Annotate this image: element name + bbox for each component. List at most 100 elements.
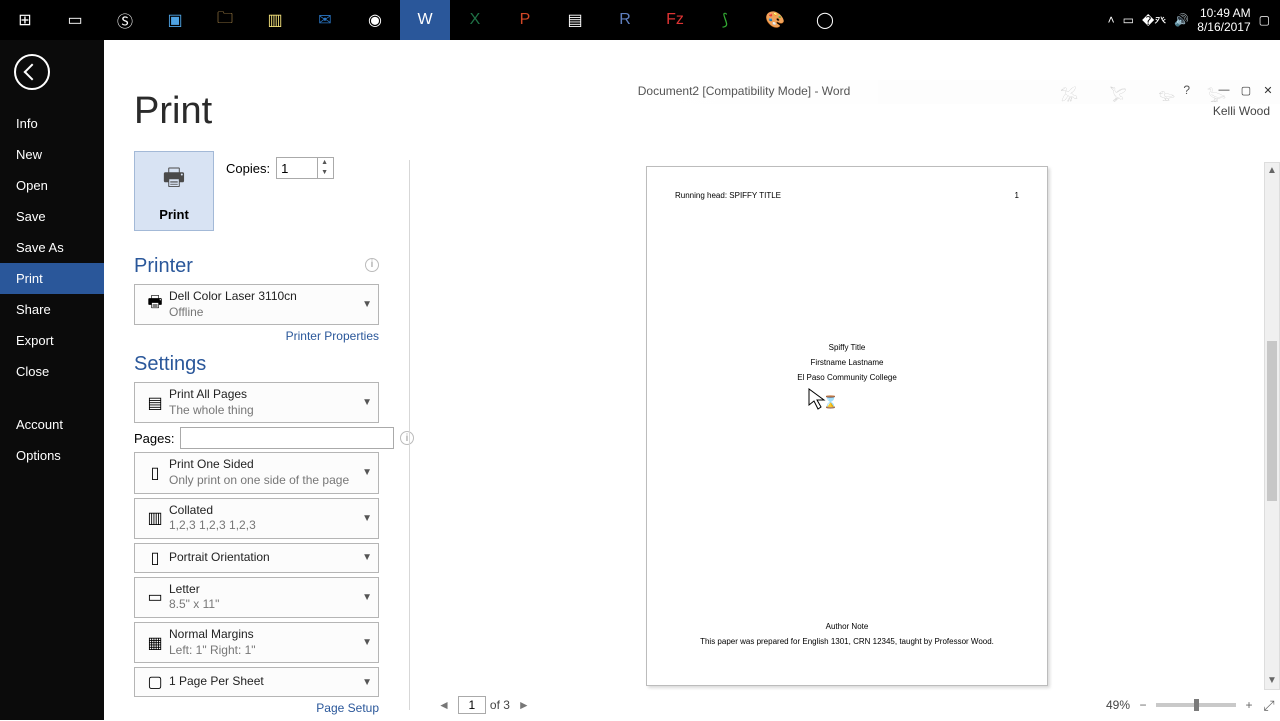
sides-primary: Print One Sided (169, 457, 362, 473)
preview-author-note: Author Note (675, 619, 1019, 634)
per-sheet-icon: ▢ (141, 672, 169, 692)
sidebar-item-share[interactable]: Share (0, 294, 104, 325)
copies-down[interactable]: ▼ (318, 168, 331, 178)
printer-heading: Printer (134, 255, 193, 278)
portrait-icon: ▯ (141, 548, 169, 568)
running-head: Running head: SPIFFY TITLE (675, 191, 781, 200)
backstage-main: Document2 [Compatibility Mode] - Word ? … (104, 40, 1280, 720)
app-green[interactable]: ⟆ (700, 0, 750, 40)
app-excel[interactable]: X (450, 0, 500, 40)
setting-per-sheet[interactable]: ▢ 1 Page Per Sheet ▼ (134, 667, 379, 697)
setting-pages-range[interactable]: ▤ Print All Pages The whole thing ▼ (134, 382, 379, 423)
app-powerpoint[interactable]: P (500, 0, 550, 40)
paper-secondary: 8.5" x 11" (169, 597, 362, 613)
zoom-fit-button[interactable]: ⤢ (1262, 697, 1276, 714)
setting-paper[interactable]: ▭ Letter 8.5" x 11" ▼ (134, 577, 379, 618)
copies-spinner[interactable]: ▲▼ (276, 157, 334, 179)
scroll-thumb[interactable] (1267, 341, 1277, 501)
app-notes[interactable]: ▥ (250, 0, 300, 40)
sidebar-item-account[interactable]: Account (0, 409, 104, 440)
sidebar-item-new[interactable]: New (0, 139, 104, 170)
app-outlook[interactable]: ✉ (300, 0, 350, 40)
sidebar-item-open[interactable]: Open (0, 170, 104, 201)
zoom-slider[interactable] (1156, 703, 1236, 707)
setting-collate[interactable]: ▥ Collated 1,2,3 1,2,3 1,2,3 ▼ (134, 498, 379, 539)
start-button[interactable]: ⊞ (0, 0, 50, 40)
sidebar-item-export[interactable]: Export (0, 325, 104, 356)
sidebar-item-print[interactable]: Print (0, 263, 104, 294)
page-input[interactable] (458, 696, 486, 714)
minimize-button[interactable]: — (1214, 82, 1234, 98)
printer-select[interactable]: 🖶 Dell Color Laser 3110cn Offline ▼ (134, 284, 379, 325)
per-sheet-primary: 1 Page Per Sheet (169, 674, 362, 690)
app-filezilla[interactable]: Fz (650, 0, 700, 40)
zoom-label[interactable]: 49% (1106, 698, 1130, 712)
print-button[interactable]: 🖶 Print (134, 151, 214, 231)
collate-icon: ▥ (141, 508, 169, 528)
preview-author: Firstname Lastname (675, 355, 1019, 370)
zoom-in-button[interactable]: + (1242, 698, 1256, 712)
system-clock[interactable]: 10:49 AM 8/16/2017 (1197, 6, 1250, 35)
volume-icon[interactable]: 🔊 (1174, 13, 1189, 27)
tray-chevron-icon[interactable]: ˄ (1108, 13, 1115, 27)
pages-input[interactable] (180, 427, 394, 449)
setting-margins[interactable]: ▦ Normal Margins Left: 1" Right: 1" ▼ (134, 622, 379, 663)
app-obs[interactable]: ◯ (800, 0, 850, 40)
pages-range-secondary: The whole thing (169, 403, 362, 419)
one-sided-icon: ▯ (141, 463, 169, 483)
next-page-button[interactable]: ► (514, 698, 534, 712)
chevron-down-icon: ▼ (362, 637, 372, 648)
app-folder[interactable]: 🗀 (200, 0, 250, 40)
task-view-button[interactable]: ▭ (50, 0, 100, 40)
action-center-icon[interactable]: ▢ (1259, 13, 1270, 27)
chevron-down-icon: ▼ (362, 299, 372, 310)
zoom-out-button[interactable]: − (1136, 698, 1150, 712)
close-button[interactable]: ✕ (1258, 82, 1278, 98)
panel-divider (409, 160, 410, 710)
sidebar-item-info[interactable]: Info (0, 108, 104, 139)
battery-icon[interactable]: ▭ (1123, 13, 1134, 27)
setting-sides[interactable]: ▯ Print One Sided Only print on one side… (134, 452, 379, 493)
margins-primary: Normal Margins (169, 627, 362, 643)
sides-secondary: Only print on one side of the page (169, 473, 362, 489)
zoom-knob[interactable] (1194, 699, 1199, 711)
copies-input[interactable] (277, 161, 317, 176)
backstage-sidebar: InfoNewOpenSaveSave AsPrintShareExportCl… (0, 40, 104, 720)
app-word[interactable]: W (400, 0, 450, 40)
chevron-down-icon: ▼ (362, 677, 372, 688)
page-setup-link[interactable]: Page Setup (134, 701, 379, 715)
preview-scrollbar[interactable]: ▲ ▼ (1264, 162, 1280, 690)
app-chrome[interactable]: ◉ (350, 0, 400, 40)
window-title: Document2 [Compatibility Mode] - Word (638, 84, 851, 98)
prev-page-button[interactable]: ◄ (434, 698, 454, 712)
preview-title: Spiffy Title (675, 340, 1019, 355)
orientation-primary: Portrait Orientation (169, 550, 362, 566)
scroll-up-button[interactable]: ▲ (1265, 163, 1279, 179)
scroll-down-button[interactable]: ▼ (1265, 673, 1279, 689)
printer-info-icon[interactable]: i (365, 258, 379, 272)
app-calculator[interactable]: ▤ (550, 0, 600, 40)
copies-label: Copies: (226, 161, 270, 176)
help-button[interactable]: ? (1183, 83, 1190, 97)
sidebar-item-close[interactable]: Close (0, 356, 104, 387)
printer-properties-link[interactable]: Printer Properties (134, 329, 379, 343)
sidebar-item-save[interactable]: Save (0, 201, 104, 232)
app-r[interactable]: R (600, 0, 650, 40)
app-paint[interactable]: 🎨 (750, 0, 800, 40)
restore-button[interactable]: ▢ (1236, 82, 1256, 98)
margins-icon: ▦ (141, 633, 169, 653)
setting-orientation[interactable]: ▯ Portrait Orientation ▼ (134, 543, 379, 573)
print-button-label: Print (159, 207, 189, 222)
back-button[interactable] (14, 54, 50, 90)
copies-up[interactable]: ▲ (318, 158, 331, 168)
sidebar-item-save-as[interactable]: Save As (0, 232, 104, 263)
sidebar-item-options[interactable]: Options (0, 440, 104, 471)
wifi-icon[interactable]: �癶 (1142, 12, 1166, 29)
app-explorer[interactable]: ▣ (150, 0, 200, 40)
letter-icon: ▭ (141, 587, 169, 607)
pages-range-primary: Print All Pages (169, 387, 362, 403)
chevron-down-icon: ▼ (362, 552, 372, 563)
app-skype[interactable]: Ⓢ (100, 0, 150, 40)
pages-info-icon[interactable]: i (400, 431, 414, 445)
user-name[interactable]: Kelli Wood (1213, 104, 1270, 118)
